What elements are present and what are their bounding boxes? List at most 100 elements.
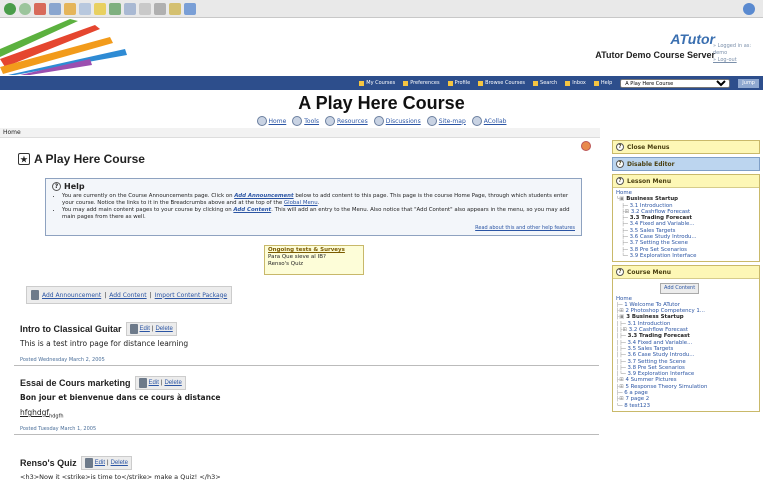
mail-icon[interactable] (139, 2, 151, 15)
course-menu: ? Course Menu Add Content Home ├─ 1 Welco… (612, 265, 760, 412)
tree-branch: │├─ (616, 364, 628, 371)
browser-toolbar (0, 0, 763, 18)
announcement-body: This is a test intro page for distance l… (20, 339, 189, 348)
global-menu-link[interactable]: Global Menu (284, 200, 318, 206)
nav-search[interactable]: Search (533, 80, 557, 86)
nav-help[interactable]: Help (593, 80, 612, 86)
announcement-date: Posted Tuesday March 1, 2005 (20, 425, 97, 432)
course-jump-select[interactable]: A Play Here Course (620, 78, 731, 88)
site-header: ATutor ATutor Demo Course Server » Logge… (0, 19, 763, 75)
tree-label: 3.5 Sales Targets (629, 227, 676, 234)
subnav-label: Resources (337, 117, 368, 125)
tree-label: 3.8 Pre Set Scenarios (629, 246, 687, 253)
tree-label: 3.9 Exploration Interface (629, 252, 697, 259)
edit-icon (129, 324, 138, 334)
nav-label: Profile (454, 80, 471, 86)
print-icon[interactable] (154, 2, 166, 15)
breadcrumb-home[interactable]: Home (3, 129, 21, 136)
tree-item[interactable]: └─ 3.9 Exploration Interface (616, 253, 756, 259)
nav-my-courses[interactable]: My Courses (359, 80, 395, 86)
survey-item[interactable]: Renso's Quiz (268, 261, 360, 268)
tree-label: 3.7 Setting the Scene (629, 240, 688, 247)
tree-branch: │├─ (616, 358, 628, 365)
courses-icon (359, 80, 365, 86)
add-announcement-link[interactable]: Add Announcement (42, 292, 101, 299)
divider (14, 433, 599, 435)
tests-surveys-title[interactable]: Ongoing tests & Surveys (268, 247, 360, 254)
tools-icon (292, 116, 303, 126)
tree-branch: ├─ (616, 240, 630, 247)
help-icon: ? (52, 182, 61, 191)
subnav-discussions[interactable]: Discussions (373, 116, 421, 126)
import-package-link[interactable]: Import Content Package (155, 292, 227, 299)
tree-item[interactable]: └─ 8 test123 (616, 403, 756, 409)
tree-branch: │├─ (616, 333, 628, 340)
delete-link[interactable]: Delete (111, 460, 128, 466)
nav-preferences[interactable]: Preferences (403, 80, 440, 86)
edit-icon (84, 458, 93, 468)
logout-link[interactable]: » Log-out (713, 57, 757, 64)
edit-link[interactable]: Edit (149, 380, 159, 386)
back-icon[interactable] (4, 2, 16, 15)
ie-logo-icon (743, 2, 755, 15)
tree-branch: │├─ (616, 352, 628, 359)
favorites-icon[interactable] (94, 2, 106, 15)
preferences-icon (403, 80, 409, 86)
add-content-link[interactable]: Add Content (109, 292, 146, 299)
refresh-icon[interactable] (49, 2, 61, 15)
subnav-tools[interactable]: Tools (292, 116, 319, 126)
course-menu-header[interactable]: ? Course Menu (613, 266, 759, 278)
tree-label: 3.9 Exploration Interface (627, 371, 695, 378)
close-menus-box[interactable]: ? Close Menus (612, 140, 760, 154)
survey-item[interactable]: Para Que sieve al IB? (268, 254, 360, 261)
user-info: » Logged in as: demo » Log-out (713, 43, 757, 64)
add-content-link[interactable]: Add Content (233, 207, 271, 213)
disable-editor-box[interactable]: ? Disable Editor (612, 157, 760, 171)
edit-icon[interactable] (169, 2, 181, 15)
delete-link[interactable]: Delete (164, 380, 181, 386)
edit-link[interactable]: Edit (140, 326, 150, 332)
lesson-menu-title: Lesson Menu (627, 177, 672, 185)
announcement-edit-controls: Edit | Delete (125, 322, 177, 336)
add-announcement-link[interactable]: Add Announcement (234, 193, 293, 199)
sitemap-icon (426, 116, 437, 126)
subnav-sitemap[interactable]: Site-map (426, 116, 466, 126)
help-icon: ? (616, 160, 624, 168)
subnav-acollab[interactable]: ACollab (471, 116, 506, 126)
atutor-logo[interactable]: ATutor (595, 31, 715, 47)
resources-icon (325, 116, 336, 126)
subnav-home[interactable]: Home (256, 116, 286, 126)
help-title: ? Help (52, 182, 575, 191)
nav-label: My Courses (366, 80, 396, 86)
home-icon[interactable] (64, 2, 76, 15)
tree-label: Business Startup (626, 196, 679, 203)
help-icon: ? (616, 268, 624, 277)
tree-branch: └─ (616, 252, 630, 259)
jump-button[interactable]: Jump (738, 78, 759, 88)
nav-inbox[interactable]: Inbox (565, 80, 586, 86)
subnav-resources[interactable]: Resources (325, 116, 368, 126)
stop-icon[interactable] (34, 2, 46, 15)
forward-icon[interactable] (19, 2, 31, 15)
sidebar: ? Close Menus ? Disable Editor ? Lesson Men… (612, 140, 760, 415)
messenger-icon[interactable] (184, 2, 196, 15)
media-icon[interactable] (109, 2, 121, 15)
tree-label: 3.8 Pre Set Scenarios (627, 364, 685, 371)
edit-link[interactable]: Edit (95, 460, 105, 466)
nav-browse-courses[interactable]: Browse Courses (478, 80, 525, 86)
add-content-button[interactable]: Add Content (660, 283, 700, 294)
tree-label: 3.3 Trading Forecast (629, 215, 692, 222)
nav-label: Preferences (410, 80, 440, 86)
announcement: Essai de Cours marketing Edit | Delete B… (14, 376, 599, 435)
read-more-link[interactable]: Read about this and other help features (475, 225, 575, 232)
history-icon[interactable] (124, 2, 136, 15)
help-icon: ? (616, 143, 624, 151)
nav-profile[interactable]: Profile (447, 80, 471, 86)
tree-label: 4 Summer Pictures (625, 377, 677, 384)
search-icon[interactable] (79, 2, 91, 15)
rss-icon[interactable] (581, 141, 591, 151)
delete-link[interactable]: Delete (155, 326, 172, 332)
tree-branch: │├─ (616, 345, 628, 352)
lesson-menu-header[interactable]: ? Lesson Menu (613, 175, 759, 187)
tree-label: 3.5 Sales Targets (627, 345, 674, 352)
